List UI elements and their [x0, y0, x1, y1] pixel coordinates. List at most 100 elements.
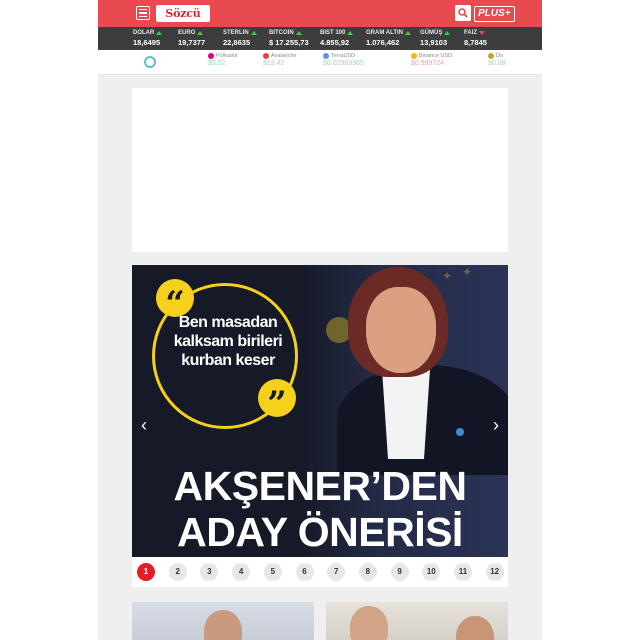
trend-down-icon: [479, 31, 485, 35]
ad-placeholder: [132, 88, 508, 252]
headline-line-2: ADAY ÖNERİSİ: [177, 509, 463, 555]
headline-slider[interactable]: ✦ ✦ “ ” Ben masadan kalksam birileri kur…: [132, 265, 508, 557]
card-photo-person: [350, 606, 388, 640]
market-name: DOLAR: [133, 29, 163, 37]
slide-headline[interactable]: AKŞENER’DEN ADAY ÖNERİSİ: [132, 463, 508, 555]
market-name-label: BITCOIN: [269, 30, 294, 36]
market-name: BIST 100: [320, 29, 354, 37]
page-dot-12[interactable]: 12: [485, 563, 504, 581]
crypto-coin-icon: [263, 53, 269, 59]
market-value: 22,8635: [223, 38, 251, 47]
card-photo-person: [204, 610, 242, 640]
market-name-label: GRAM ALTIN: [366, 30, 403, 36]
lapel-pin: [456, 428, 464, 436]
market-item[interactable]: EURO 19,7377: [178, 29, 205, 47]
market-name-label: EURO: [178, 30, 196, 36]
news-card[interactable]: [132, 602, 314, 640]
open-quote-icon: “: [156, 279, 194, 324]
trend-up-icon: [250, 31, 257, 35]
crypto-name: Polkadot: [208, 53, 237, 59]
page-dot-8[interactable]: 8: [358, 563, 377, 581]
market-name-label: DOLAR: [133, 30, 155, 36]
trend-up-icon: [444, 31, 451, 35]
trend-up-icon: [295, 31, 302, 35]
search-button[interactable]: [455, 5, 471, 21]
plus-button[interactable]: PLUS+: [474, 6, 515, 22]
crypto-name: Binance USD: [411, 53, 452, 59]
market-item[interactable]: STERLIN 22,8635: [223, 29, 257, 47]
market-item[interactable]: GRAM ALTIN 1.076,462: [366, 29, 411, 47]
market-name-label: STERLIN: [223, 30, 249, 36]
page-dot-1[interactable]: 1: [137, 563, 155, 581]
top-navbar: Sözcü PLUS+: [98, 0, 542, 27]
market-name: GRAM ALTIN: [366, 29, 411, 37]
star-decoration-icon: ✦: [442, 269, 453, 283]
page-dot-7[interactable]: 7: [327, 563, 346, 581]
site-logo[interactable]: Sözcü: [156, 5, 210, 22]
market-value: 13,9103: [420, 38, 448, 47]
market-value: 19,7377: [178, 38, 206, 47]
market-value: 1.076,462: [366, 38, 400, 47]
trend-up-icon: [197, 31, 204, 35]
page-dot-2[interactable]: 2: [168, 563, 187, 581]
headline-line-1: AKŞENER’DEN: [173, 463, 467, 509]
market-item[interactable]: FAIZ 8,7845: [464, 29, 487, 47]
market-name-label: FAIZ: [464, 30, 477, 36]
crypto-item[interactable]: Avalanche $13.42: [263, 53, 297, 67]
market-bar: DOLAR 18,6495 EURO 19,7377 STERLIN 22,8635 BIT…: [98, 27, 542, 50]
page: Sözcü PLUS+ DOLAR 18,6495 EURO 19,7377 STERL…: [98, 0, 542, 640]
crypto-value: $0.999724: [411, 60, 445, 67]
news-card[interactable]: [326, 602, 508, 640]
market-name-label: BIST 100: [320, 30, 346, 36]
page-dot-3[interactable]: 3: [200, 563, 219, 581]
crypto-name: Avalanche: [263, 53, 297, 59]
market-name-label: GÜMÜŞ: [420, 30, 443, 36]
trend-up-icon: [347, 31, 354, 35]
market-value: 18,6495: [133, 38, 161, 47]
crypto-value: $13.42: [263, 60, 285, 67]
page-dot-9[interactable]: 9: [390, 563, 409, 581]
crypto-ticker: Polkadot $5.52 Avalanche $13.42 TerraUSD $0.0…: [98, 50, 542, 75]
crypto-widget-logo-icon: [144, 56, 156, 68]
person-face: [366, 287, 436, 373]
market-item[interactable]: BIST 100 4.855,92: [320, 29, 354, 47]
crypto-name-label: Binance USD: [419, 53, 453, 59]
star-decoration-icon: ✦: [462, 265, 473, 279]
market-item[interactable]: GÜMÜŞ 13,9103: [420, 29, 451, 47]
crypto-name-label: Avalanche: [271, 53, 297, 59]
market-name: BITCOIN: [269, 29, 309, 37]
page-dot-6[interactable]: 6: [295, 563, 314, 581]
market-item[interactable]: BITCOIN $ 17.255,73: [269, 29, 309, 47]
crypto-value: $0.09: [488, 60, 506, 67]
market-name: FAIZ: [464, 29, 487, 37]
card-photo-person: [456, 616, 494, 640]
crypto-value: $5.52: [208, 60, 226, 67]
crypto-coin-icon: [488, 53, 494, 59]
market-name: GÜMÜŞ: [420, 29, 451, 37]
page-dot-5[interactable]: 5: [263, 563, 282, 581]
market-value: 8,7845: [464, 38, 487, 47]
crypto-name: TerraUSD: [323, 53, 364, 59]
slider-next-arrow-icon[interactable]: ›: [489, 415, 503, 435]
menu-icon[interactable]: [136, 6, 150, 20]
market-item[interactable]: DOLAR 18,6495: [133, 29, 163, 47]
page-dot-4[interactable]: 4: [232, 563, 251, 581]
page-dot-11[interactable]: 11: [454, 563, 472, 581]
crypto-item[interactable]: Do $0.09: [488, 53, 506, 67]
crypto-item[interactable]: Binance USD $0.999724: [411, 53, 452, 67]
crypto-item[interactable]: TerraUSD $0.02969965: [323, 53, 364, 67]
slider-prev-arrow-icon[interactable]: ‹: [137, 415, 151, 435]
page-dot-10[interactable]: 10: [422, 563, 441, 581]
slider-pagination: 1 2 3 4 5 6 7 8 9 10 11 12: [132, 557, 508, 587]
crypto-name: Do: [488, 53, 506, 59]
trend-up-icon: [405, 31, 411, 35]
market-value: $ 17.255,73: [269, 38, 309, 47]
close-quote-icon: ”: [258, 379, 296, 424]
crypto-value: $0.02969965: [323, 60, 364, 67]
crypto-coin-icon: [411, 53, 417, 59]
crypto-name-label: Do: [496, 53, 504, 59]
crypto-name-label: TerraUSD: [331, 53, 356, 59]
crypto-item[interactable]: Polkadot $5.52: [208, 53, 237, 67]
search-icon: [458, 8, 468, 18]
crypto-name-label: Polkadot: [216, 53, 238, 59]
